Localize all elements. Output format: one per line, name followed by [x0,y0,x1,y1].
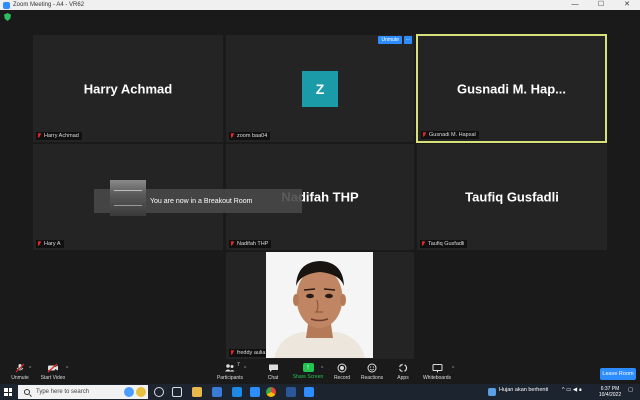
apps-label: Apps [397,375,409,381]
video-off-icon [47,363,59,373]
participant-label-text: Harry Achmad [44,133,79,139]
search-icon [24,389,30,395]
meeting-toolbar: Unmute ^ Start Video ^ Participants 7 ^ … [0,361,640,384]
zoom-window: Zoom Meeting - A4 - VR62 — ☐ ✕ Harry Ach… [0,0,640,400]
portrait-image [266,252,373,358]
participants-count: 7 [237,362,240,368]
microphone-muted-icon [14,363,26,373]
window-title: Zoom Meeting - A4 - VR62 [13,2,85,8]
participant-label: Taufiq Gusfadli [420,240,468,248]
taskbar-clock[interactable]: 6:37 PM 10/4/2022 [598,386,622,398]
participant-label-text: Hary A [44,241,61,247]
reactions-label: Reactions [360,375,384,381]
store-icon[interactable] [212,387,222,397]
video-options-caret-icon[interactable]: ^ [66,366,68,372]
mic-muted-icon [230,350,234,356]
participant-label: Harry Achmad [36,132,82,140]
mail-icon[interactable] [232,387,242,397]
reactions-icon [366,363,378,373]
participant-label: zoom baa04 [229,132,271,140]
share-screen-label: Share Screen [292,374,324,380]
participant-label-text: freddy aulia [237,350,266,356]
cortana-circle-icon[interactable] [154,387,164,397]
weather-app-icon[interactable] [136,387,146,397]
zoom-taskbar-icon[interactable] [250,387,260,397]
share-screen-icon: ↑ [302,363,314,372]
whiteboards-button[interactable]: Whiteboards [417,363,457,381]
participant-video-photo [266,252,373,358]
start-video-label: Start Video [40,375,66,381]
participant-name: Harry Achmad [83,81,173,96]
participants-options-caret-icon[interactable]: ^ [244,366,246,372]
participants-label: Participants [216,375,244,381]
clock-date: 10/4/2022 [598,392,622,398]
whiteboards-label: Whiteboards [422,375,452,381]
system-tray-icons[interactable]: ^ ▭ ◀ ∎ [562,387,582,393]
participant-label-text: Gusnadi M. Hapsal [429,132,476,138]
windows-start-icon[interactable] [4,388,12,396]
audio-options-caret-icon[interactable]: ^ [29,366,31,372]
notification-thumbnail [110,180,146,216]
task-view-icon[interactable] [172,387,182,397]
windows-taskbar: Type here to search Hujan akan berhenti … [0,384,640,400]
chat-button[interactable]: Chat [253,363,293,381]
video-tile-zoom-baa04[interactable]: Unmute ... Z zoom baa04 [226,35,414,142]
chat-icon [267,363,279,373]
maximize-button[interactable]: ☐ [588,0,614,10]
notification-message: You are now in a Breakout Room [150,197,253,205]
close-button[interactable]: ✕ [614,0,640,10]
video-tile-gusnadi[interactable]: Gusnadi M. Hap... Gusnadi M. Hapsal [416,34,607,143]
avatar: Z [302,70,338,107]
participant-name: Taufiq Gusfadli [465,189,559,205]
participant-label: Gusnadi M. Hapsal [421,131,479,139]
chat-label: Chat [267,375,279,381]
unmute-participant-button[interactable]: Unmute [378,36,402,44]
record-label: Record [333,375,351,381]
participant-label: freddy aulia [229,349,269,357]
mic-muted-icon [422,132,426,138]
encryption-shield-icon[interactable] [4,13,11,21]
participants-icon [224,363,236,373]
participant-name: Gusnadi M. Hap... [456,81,567,96]
chrome-icon[interactable] [266,387,276,397]
leave-room-button[interactable]: Leave Room [600,368,636,380]
mic-muted-icon [230,241,234,247]
minimize-button[interactable]: — [562,0,588,10]
participant-label-text: Nadifah THP [237,241,269,247]
video-tile-taufiq[interactable]: Taufiq Gusfadli Taufiq Gusfadli [417,144,607,250]
file-explorer-icon[interactable] [192,387,202,397]
weather-status-text[interactable]: Hujan akan berhenti [499,387,548,393]
more-options-button[interactable]: ... [404,36,412,44]
title-bar: Zoom Meeting - A4 - VR62 — ☐ ✕ [0,0,640,10]
record-icon [336,363,348,373]
whiteboard-options-caret-icon[interactable]: ^ [452,366,454,372]
participant-label: Hary A [36,240,64,248]
search-placeholder: Type here to search [36,389,90,395]
breakout-room-notification: You are now in a Breakout Room [94,180,302,216]
notification-center-icon[interactable]: ▢ [628,387,633,393]
mic-muted-icon [37,241,41,247]
video-tile-harry-achmad[interactable]: Harry Achmad Harry Achmad [33,35,223,142]
participant-label-text: zoom baa04 [237,133,268,139]
whiteboard-icon [431,363,443,373]
participant-label-text: Taufiq Gusfadli [428,241,465,247]
mic-muted-icon [421,241,425,247]
apps-icon [397,363,409,373]
mic-muted-icon [230,133,234,139]
word-icon[interactable] [286,387,296,397]
mic-muted-icon [37,133,41,139]
zoom-app-icon [3,1,10,9]
unmute-label: Unmute [11,375,29,381]
participant-label: Nadifah THP [229,240,272,248]
cortana-icon[interactable] [124,387,134,397]
weather-status-icon[interactable] [488,388,496,396]
zoom-meeting-taskbar-icon[interactable] [304,387,314,397]
